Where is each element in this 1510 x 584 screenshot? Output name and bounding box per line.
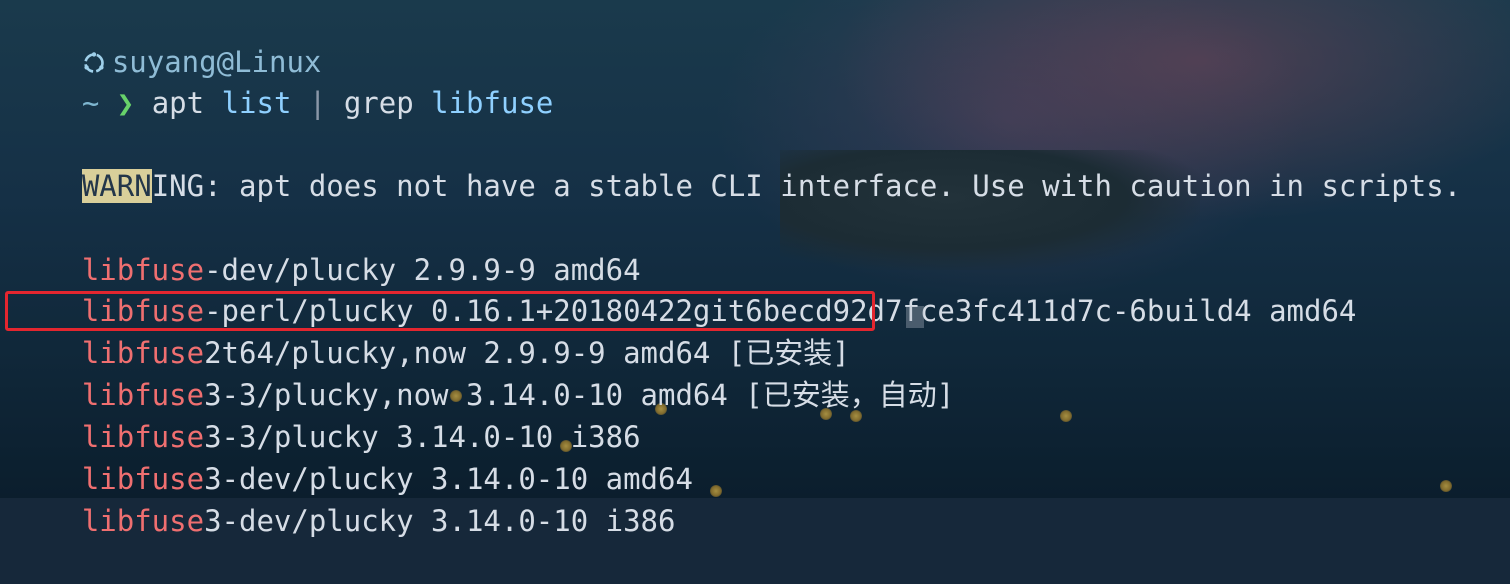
- red-highlight-box: [5, 291, 875, 331]
- prompt-tilde: ~: [81, 85, 100, 120]
- result-line: libfuse3-3/plucky,now 3.14.0-10 amd64 [已…: [12, 333, 954, 412]
- command-pipe: |: [308, 85, 327, 120]
- command-list: list: [221, 85, 292, 120]
- result-line: libfuse3-3/plucky 3.14.0-10 i386: [12, 375, 641, 454]
- result-text: 3-dev/plucky 3.14.0-10 i386: [204, 503, 676, 538]
- warning-highlight: WARN: [81, 168, 152, 203]
- result-line: libfuse3-dev/plucky 3.14.0-10 i386: [12, 459, 676, 538]
- match-text: libfuse: [81, 503, 205, 538]
- cursor-block: [906, 306, 924, 328]
- result-line: libfuse-dev/plucky 2.9.9-9 amd64: [12, 208, 641, 287]
- command-line: ~ ❯ apt list | grep libfuse: [12, 41, 554, 120]
- command-grep: grep: [343, 85, 414, 120]
- warning-text: ING: apt does not have a stable CLI inte…: [151, 168, 1462, 203]
- user-line: suyang@Linux: [12, 0, 321, 79]
- prompt-chevron-icon: ❯: [116, 85, 135, 120]
- result-line: libfuse3-dev/plucky 3.14.0-10 amd64: [12, 417, 693, 496]
- result-line: libfuse-perl/plucky 0.16.1+20180422git6b…: [12, 249, 1357, 328]
- terminal-output[interactable]: suyang@Linux ~ ❯ apt list | grep libfuse…: [0, 0, 1510, 538]
- warning-line: WARNING: apt does not have a stable CLI …: [12, 124, 1461, 203]
- command-apt: apt: [151, 85, 205, 120]
- command-pattern: libfuse: [431, 85, 554, 120]
